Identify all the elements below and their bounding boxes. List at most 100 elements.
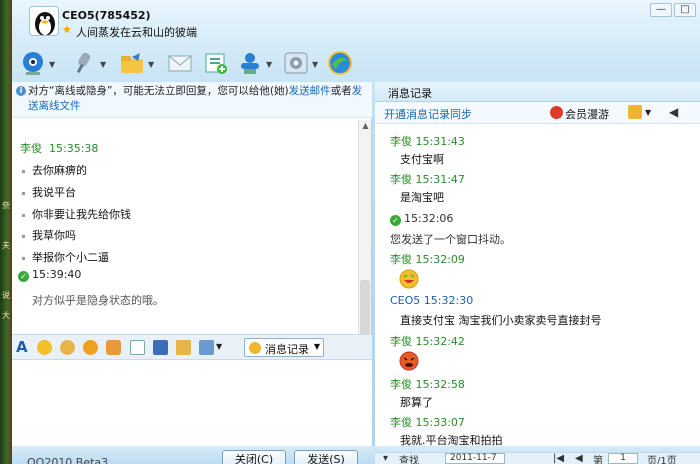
history-header: CEO5 15:32:30 [390, 294, 474, 307]
smiley-icon[interactable] [37, 340, 52, 355]
send-button[interactable]: 发送(S) [294, 450, 358, 464]
send-mail-link[interactable]: 发送邮件 [289, 85, 331, 97]
history-title: 消息记录 [375, 82, 700, 102]
system-message: 对方似乎是隐身状态的哦。 [32, 294, 164, 307]
video-call-icon [23, 52, 43, 75]
history-pagination: ▾ 查找 2011-11-7 |◀ ◀ 第 1 页/1页 [375, 452, 700, 464]
scroll-thumb[interactable] [360, 280, 370, 340]
contact-name: CEO5(785452) [62, 9, 151, 22]
chat-sender-line: 李俊 15:35:38 [20, 140, 98, 156]
send-file-button[interactable]: ▼ [118, 49, 156, 77]
chat-message: 我说平台 [22, 184, 76, 200]
notice-text-2: 或者 [330, 85, 352, 97]
clock-icon [249, 342, 261, 354]
filter-dropdown[interactable]: ▼ [645, 108, 651, 117]
search-label[interactable]: 查找 [399, 452, 419, 464]
first-page-button[interactable]: |◀ [553, 453, 564, 464]
star-icon: ★ [62, 23, 72, 36]
prev-page-button[interactable]: ◀ [575, 453, 583, 464]
message-input[interactable] [12, 360, 372, 446]
chat-pane: 对方“离线或隐身”，可能无法立即回复，您可以给他(她)发送邮件或者发送离线文件 … [12, 82, 372, 446]
search-dropdown[interactable]: ▾ [383, 453, 388, 464]
history-pane: 消息记录 开通消息记录同步 会员漫游 ▼ ◀ 李俊 15:31:43 支付宝啊 … [375, 82, 700, 447]
history-message: 是淘宝吧 [400, 191, 444, 204]
clipboard-icon[interactable] [176, 340, 191, 355]
chat-log: 李俊 15:35:38 去你麻痹的 我说平台 你非要让我先给你钱 我草你吗 举报… [12, 122, 358, 358]
browser-icon [328, 51, 352, 75]
app-icon [205, 53, 227, 74]
format-toolbar: A ▼ 消息记录 ▼ [12, 334, 372, 360]
mail-icon [168, 55, 192, 72]
history-header: 李俊 15:32:58 [390, 378, 465, 391]
avatar[interactable] [29, 6, 59, 36]
background-strip: 奈夫说大 [0, 0, 12, 464]
settings-icon [284, 52, 308, 74]
voice-call-icon [76, 52, 91, 74]
browser-button[interactable] [326, 49, 364, 77]
chat-message: 我草你吗 [22, 227, 76, 243]
message-record-label: 消息记录 [265, 343, 309, 356]
speaker-icon[interactable]: ◀ [669, 105, 678, 119]
status-time: 15:39:40 [32, 268, 82, 281]
emoji-shop-icon[interactable] [60, 340, 75, 355]
chat-message: 你非要让我先给你钱 [22, 206, 131, 222]
mail-button[interactable] [166, 49, 204, 77]
history-header: 李俊 15:32:09 [390, 253, 465, 266]
maximize-button[interactable]: □ [674, 3, 696, 17]
history-log: 李俊 15:31:43 支付宝啊 李俊 15:31:47 是淘宝吧 ✓ 15:32… [375, 126, 700, 447]
page-total: 页/1页 [647, 456, 677, 464]
history-header: 李俊 15:33:07 [390, 416, 465, 429]
chat-scrollbar[interactable]: ▲ ▼ [358, 120, 371, 358]
sync-link[interactable]: 开通消息记录同步 [384, 106, 472, 122]
date-field[interactable]: 2011-11-7 [445, 453, 505, 464]
app-button[interactable] [202, 49, 240, 77]
history-message: 您发送了一个窗口抖动。 [390, 233, 511, 246]
qq-chat-window: 奈夫说大 CEO5(785452) ★ 人间蒸发在云和山的彼端 — □ ▼ ▼ ▼… [0, 0, 700, 464]
laughing-emoticon-icon [399, 269, 419, 289]
history-header: 李俊 15:32:42 [390, 335, 465, 348]
minimize-button[interactable]: — [650, 3, 672, 17]
history-toolbar: 开通消息记录同步 会员漫游 ▼ ◀ [375, 102, 700, 124]
video-call-button[interactable]: ▼ [19, 49, 57, 77]
chat-sender-name: 李俊 [20, 142, 42, 155]
message-record-button[interactable]: 消息记录 ▼ [244, 338, 324, 357]
main-toolbar: ▼ ▼ ▼ ▼ ▼ [12, 46, 700, 80]
qq-penguin-icon [35, 12, 55, 35]
font-icon[interactable]: A [16, 338, 28, 356]
page-input[interactable]: 1 [608, 453, 638, 464]
chevron-down-icon: ▼ [313, 342, 320, 351]
screenshot-dropdown[interactable]: ▼ [216, 342, 222, 351]
voice-call-button[interactable]: ▼ [70, 49, 108, 77]
info-icon: i [16, 86, 26, 96]
history-header: 李俊 15:31:43 [390, 135, 465, 148]
offline-notice: 对方“离线或隐身”，可能无法立即回复，您可以给他(她)发送邮件或者发送离线文件 [12, 82, 372, 118]
doodle-icon[interactable] [130, 340, 145, 355]
notice-text: 对方“离线或隐身”，可能无法立即回复，您可以给他(她) [28, 85, 289, 97]
check-icon: ✓ [18, 271, 29, 282]
member-icon [550, 106, 563, 119]
close-button[interactable]: 关闭(C) [222, 450, 286, 464]
settings-button[interactable]: ▼ [282, 49, 320, 77]
angry-emoticon-icon [399, 351, 419, 371]
chat-time: 15:35:38 [49, 142, 99, 155]
screenshot-icon[interactable] [199, 340, 214, 355]
send-file-icon [121, 53, 143, 73]
page-label: 第 [593, 456, 603, 464]
shake-icon[interactable] [83, 340, 98, 355]
scroll-up-arrow[interactable]: ▲ [359, 120, 372, 132]
chat-message: 举报你个小二逼 [22, 249, 109, 265]
share-screen-icon [241, 53, 259, 74]
image-icon[interactable] [153, 340, 168, 355]
version-label: QQ2010 Beta3 [27, 456, 109, 464]
title-header: CEO5(785452) ★ 人间蒸发在云和山的彼端 — □ [12, 0, 700, 44]
member-roam-button[interactable]: 会员漫游 [565, 106, 609, 122]
status-time-line: ✓ 15:39:40 [18, 268, 81, 282]
history-header: ✓ 15:32:06 [390, 212, 453, 226]
voice-message-icon[interactable] [106, 340, 121, 355]
filter-icon[interactable] [628, 105, 642, 119]
history-message: 直接支付宝 淘宝我们小卖家卖号直接封号 [400, 314, 602, 327]
share-screen-button[interactable]: ▼ [236, 49, 274, 77]
check-icon: ✓ [390, 215, 401, 226]
history-message: 支付宝啊 [400, 153, 444, 166]
signature: 人间蒸发在云和山的彼端 [76, 26, 197, 39]
